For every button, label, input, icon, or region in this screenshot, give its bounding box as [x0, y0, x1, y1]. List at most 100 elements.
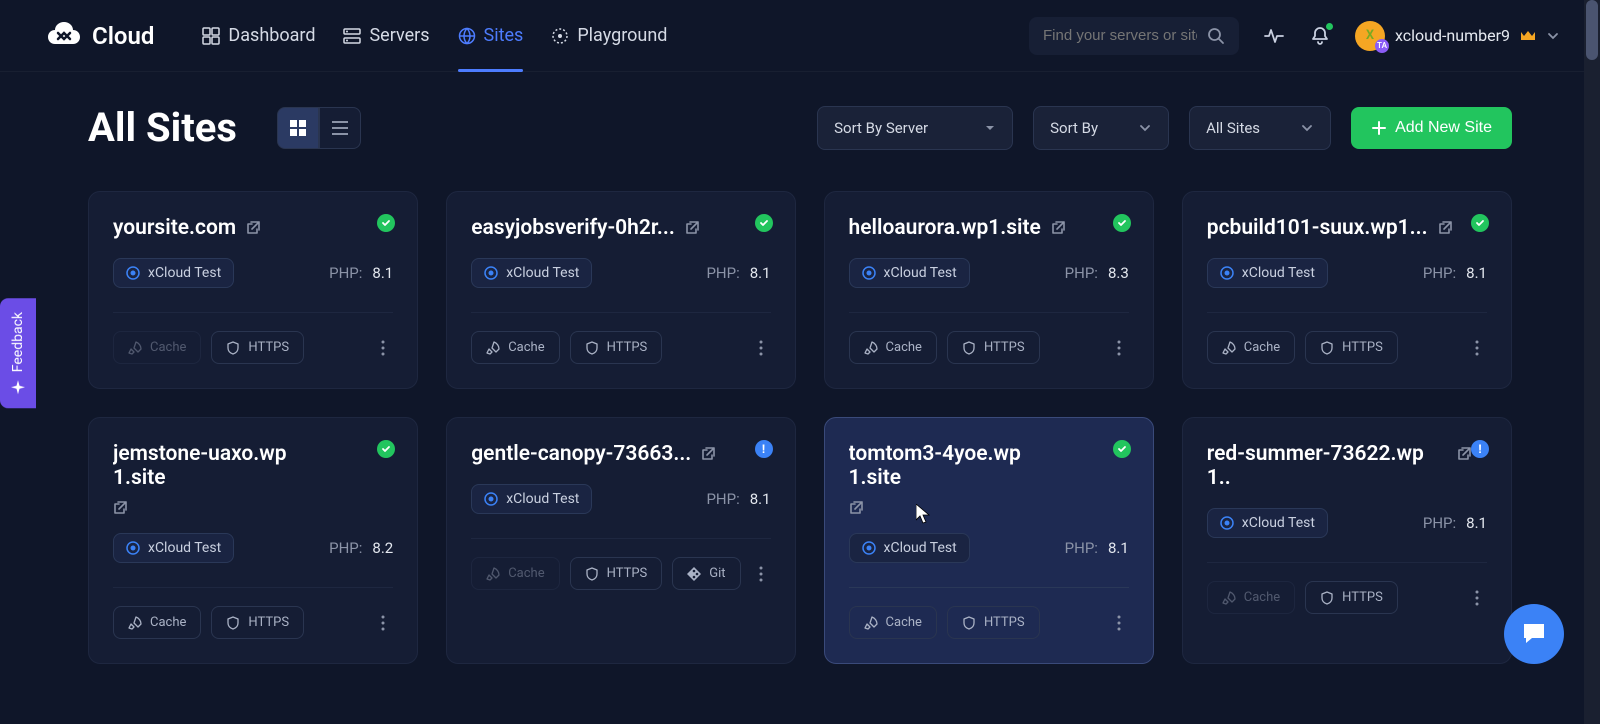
server-pill[interactable]: xCloud Test: [849, 258, 970, 288]
server-pill[interactable]: xCloud Test: [471, 484, 592, 514]
cache-button[interactable]: Cache: [1207, 581, 1295, 614]
activity-icon[interactable]: [1263, 25, 1285, 47]
nav-sites[interactable]: Sites: [458, 0, 524, 72]
sort-by-dropdown[interactable]: Sort By: [1033, 106, 1169, 150]
card-menu-button[interactable]: [1109, 336, 1129, 360]
cache-button[interactable]: Cache: [471, 331, 559, 364]
site-card[interactable]: gentle-canopy-73663... ! xCloud Test PHP…: [446, 417, 795, 664]
nav-servers[interactable]: Servers: [343, 0, 429, 72]
content: All Sites Sort By Server Sort By All Sit…: [0, 72, 1600, 696]
chevron-down-icon: [1546, 29, 1560, 43]
site-name: red-summer-73622.wp1..: [1207, 442, 1447, 490]
add-new-site-button[interactable]: Add New Site: [1351, 107, 1512, 149]
external-link-icon[interactable]: [1457, 446, 1472, 461]
external-link-icon[interactable]: [1438, 220, 1453, 235]
site-card[interactable]: easyjobsverify-0h2r... xCloud Test PHP: …: [446, 191, 795, 389]
grid-view-button[interactable]: [277, 107, 319, 149]
cache-button[interactable]: Cache: [849, 606, 937, 639]
page-title: All Sites: [88, 104, 237, 151]
external-link-icon[interactable]: [849, 500, 1074, 515]
site-card[interactable]: yoursite.com xCloud Test PHP: 8.1 Cache …: [88, 191, 418, 389]
bell-icon[interactable]: [1309, 25, 1331, 47]
site-name: jemstone-uaxo.wp1.site: [113, 442, 299, 490]
sites-grid: yoursite.com xCloud Test PHP: 8.1 Cache …: [88, 191, 1512, 664]
card-menu-button[interactable]: [373, 336, 393, 360]
site-card[interactable]: tomtom3-4yoe.wp1.site xCloud Test PHP: 8…: [824, 417, 1154, 664]
nav-dashboard[interactable]: Dashboard: [202, 0, 315, 72]
list-view-button[interactable]: [319, 107, 361, 149]
user-menu[interactable]: X TA xcloud-number9: [1355, 21, 1560, 51]
card-menu-button[interactable]: [1467, 586, 1487, 610]
logo[interactable]: Cloud: [44, 18, 154, 54]
cache-button[interactable]: Cache: [113, 331, 201, 364]
external-link-icon[interactable]: [1051, 220, 1066, 235]
username: xcloud-number9: [1395, 26, 1510, 45]
card-menu-button[interactable]: [751, 336, 771, 360]
external-link-icon[interactable]: [113, 500, 339, 515]
feedback-tab[interactable]: Feedback: [0, 298, 36, 408]
https-button[interactable]: HTTPS: [211, 606, 304, 639]
server-name: xCloud Test: [884, 265, 957, 281]
card-menu-button[interactable]: [1467, 336, 1487, 360]
external-link-icon[interactable]: [246, 220, 261, 235]
php-info: PHP: 8.1: [706, 264, 770, 282]
site-card[interactable]: jemstone-uaxo.wp1.site xCloud Test PHP: …: [88, 417, 418, 664]
php-version: 8.1: [1108, 539, 1129, 557]
scrollbar-thumb[interactable]: [1586, 0, 1598, 60]
php-info: PHP: 8.1: [1423, 264, 1487, 282]
card-menu-button[interactable]: [373, 611, 393, 635]
server-pill[interactable]: xCloud Test: [113, 258, 234, 288]
sort-by-server-dropdown[interactable]: Sort By Server: [817, 106, 1013, 150]
server-pill[interactable]: xCloud Test: [471, 258, 592, 288]
https-button[interactable]: HTTPS: [947, 606, 1040, 639]
external-link-icon[interactable]: [701, 446, 716, 461]
cloud-icon: [862, 541, 876, 555]
action-label: Cache: [150, 340, 186, 355]
status-icon: [377, 214, 395, 232]
server-pill[interactable]: xCloud Test: [1207, 508, 1328, 538]
git-button[interactable]: Git: [672, 557, 740, 590]
card-menu-button[interactable]: [751, 562, 771, 586]
card-title-row: easyjobsverify-0h2r...: [471, 216, 770, 240]
action-label: Cache: [508, 566, 544, 581]
php-label: PHP:: [1423, 514, 1456, 532]
server-pill[interactable]: xCloud Test: [849, 533, 970, 563]
search-input[interactable]: [1043, 27, 1197, 44]
site-card[interactable]: helloaurora.wp1.site xCloud Test PHP: 8.…: [824, 191, 1154, 389]
rocket-icon: [128, 616, 142, 630]
card-actions: Cache HTTPS: [113, 312, 393, 364]
nav-playground[interactable]: Playground: [551, 0, 667, 72]
server-pill[interactable]: xCloud Test: [1207, 258, 1328, 288]
server-pill[interactable]: xCloud Test: [113, 533, 234, 563]
https-button[interactable]: HTTPS: [570, 331, 663, 364]
search-box[interactable]: [1029, 17, 1239, 55]
scrollbar[interactable]: [1584, 0, 1600, 724]
shield-icon: [1320, 341, 1334, 355]
cache-button[interactable]: Cache: [849, 331, 937, 364]
external-link-icon[interactable]: [685, 220, 700, 235]
https-button[interactable]: HTTPS: [211, 331, 304, 364]
https-button[interactable]: HTTPS: [947, 331, 1040, 364]
card-actions: Cache HTTPS Git: [471, 538, 770, 590]
dashboard-icon: [202, 27, 220, 45]
filter-dropdown[interactable]: All Sites: [1189, 106, 1331, 150]
cache-button[interactable]: Cache: [113, 606, 201, 639]
status-icon: [1113, 440, 1131, 458]
https-button[interactable]: HTTPS: [1305, 581, 1398, 614]
chat-button[interactable]: [1504, 604, 1564, 664]
https-button[interactable]: HTTPS: [1305, 331, 1398, 364]
sparkle-icon: [11, 380, 25, 394]
site-name: pcbuild101-suux.wp1...: [1207, 216, 1428, 240]
card-menu-button[interactable]: [1109, 611, 1129, 635]
server-name: xCloud Test: [148, 265, 221, 281]
logo-icon: [44, 18, 84, 54]
status-icon: [755, 214, 773, 232]
site-card[interactable]: red-summer-73622.wp1.. ! xCloud Test PHP…: [1182, 417, 1512, 664]
cache-button[interactable]: Cache: [1207, 331, 1295, 364]
cache-button[interactable]: Cache: [471, 557, 559, 590]
https-button[interactable]: HTTPS: [570, 557, 663, 590]
shield-icon: [962, 616, 976, 630]
rocket-icon: [486, 341, 500, 355]
status-icon: !: [755, 440, 773, 458]
site-card[interactable]: pcbuild101-suux.wp1... xCloud Test PHP: …: [1182, 191, 1512, 389]
